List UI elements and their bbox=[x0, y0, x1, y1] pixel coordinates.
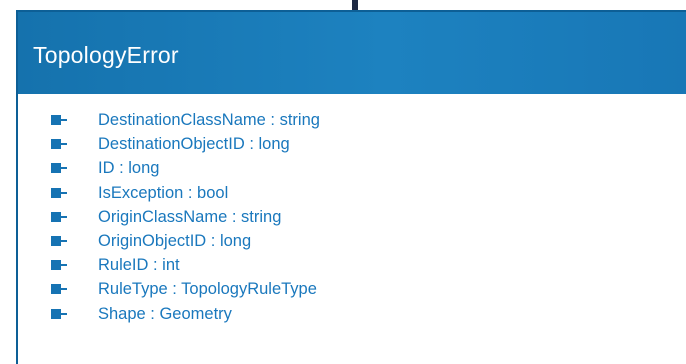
class-box[interactable]: TopologyError DestinationClassName : str… bbox=[16, 10, 686, 364]
class-header: TopologyError bbox=[18, 12, 686, 94]
property-icon bbox=[51, 260, 67, 271]
property-icon bbox=[51, 163, 67, 174]
member-label: RuleID : int bbox=[98, 256, 180, 275]
property-icon bbox=[51, 235, 67, 246]
property-icon bbox=[51, 139, 67, 150]
member-label: DestinationClassName : string bbox=[98, 111, 320, 129]
property-icon bbox=[51, 115, 67, 125]
member-label: Shape : Geometry bbox=[98, 304, 232, 323]
member-label: OriginClassName : string bbox=[98, 207, 282, 226]
property-icon bbox=[51, 187, 67, 198]
member-label: IsException : bool bbox=[98, 183, 229, 202]
diagram-canvas: TopologyError DestinationClassName : str… bbox=[0, 0, 686, 364]
class-title: TopologyError bbox=[33, 42, 179, 68]
property-icon bbox=[51, 308, 67, 319]
property-icon bbox=[51, 211, 67, 222]
member-label: OriginObjectID : long bbox=[98, 231, 252, 250]
member-label: ID : long bbox=[98, 159, 160, 178]
member-label: RuleType : TopologyRuleType bbox=[98, 280, 317, 299]
member-label: DestinationObjectID : long bbox=[98, 135, 290, 154]
property-icon bbox=[51, 284, 67, 295]
